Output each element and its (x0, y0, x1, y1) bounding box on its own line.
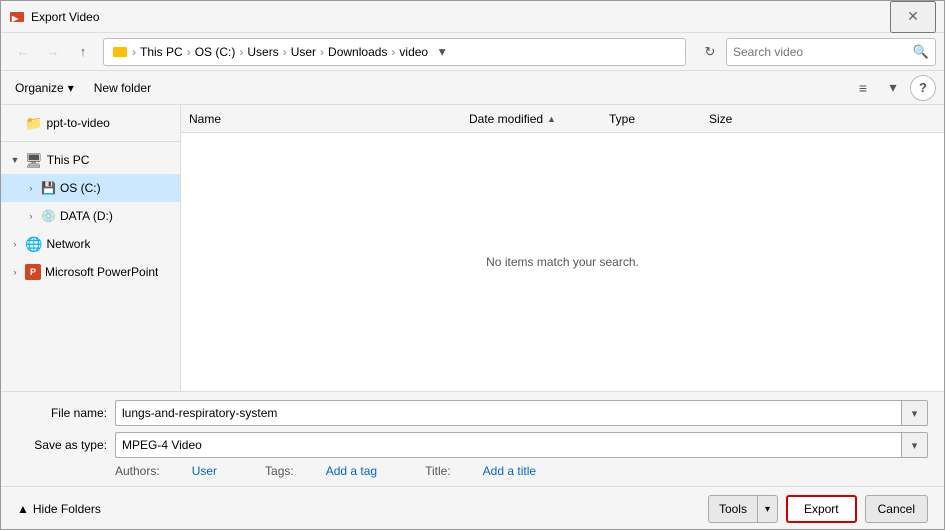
title-bar-title: Export Video (31, 10, 890, 24)
back-button[interactable]: ← (9, 38, 37, 66)
sort-icon: ▲ (547, 114, 556, 124)
sidebar-divider (1, 141, 180, 142)
title-bar-icon: ▶ (9, 9, 25, 25)
sidebar-item-powerpoint[interactable]: › P Microsoft PowerPoint (1, 258, 180, 286)
export-video-dialog: ▶ Export Video ✕ ← → ↑ › This PC › OS (C… (0, 0, 945, 530)
save-as-row: Save as type: ▾ (17, 432, 928, 458)
toolbar-right: ≡ ▾ ? (850, 75, 936, 101)
content-area: 📁 ppt-to-video ▼ 🖥 This PC › 💾 OS (C:) ›… (1, 105, 944, 391)
cancel-button[interactable]: Cancel (865, 495, 928, 523)
powerpoint-icon: P (25, 264, 41, 280)
col-type-header[interactable]: Type (609, 112, 709, 126)
sidebar-item-ppt-to-video[interactable]: 📁 ppt-to-video (1, 109, 180, 137)
drive-icon-d: 💿 (41, 209, 56, 223)
sidebar-label-ppt: Microsoft PowerPoint (45, 265, 158, 279)
search-input[interactable] (733, 45, 909, 59)
folder-icon: 📁 (25, 115, 42, 132)
breadcrumb-downloads[interactable]: Downloads (328, 45, 387, 59)
expand-icon-data: › (25, 210, 37, 222)
save-as-dropdown-button[interactable]: ▾ (901, 433, 927, 457)
col-size-header[interactable]: Size (709, 112, 936, 126)
tools-dropdown-button[interactable]: ▾ (758, 495, 778, 523)
col-date-header[interactable]: Date modified ▲ (469, 112, 609, 126)
file-name-input-wrapper[interactable]: ▾ (115, 400, 928, 426)
tags-value[interactable]: Add a tag (326, 464, 377, 478)
expand-icon-this-pc: ▼ (9, 154, 21, 166)
organize-button[interactable]: Organize ▾ (9, 75, 80, 101)
organize-dropdown-icon: ▾ (68, 81, 74, 95)
breadcrumb-os[interactable]: OS (C:) (195, 45, 236, 59)
expand-icon-os: › (25, 182, 37, 194)
file-name-label: File name: (17, 406, 107, 420)
bottom-form: File name: ▾ Save as type: ▾ Authors: Us… (1, 391, 944, 486)
action-bar: ▲ Hide Folders Tools ▾ Export Cancel (1, 486, 944, 529)
breadcrumb-this-pc[interactable]: This PC (140, 45, 183, 59)
breadcrumb-video[interactable]: video (399, 45, 428, 59)
title-label: Title: (425, 464, 451, 478)
refresh-button[interactable]: ↻ (696, 38, 724, 66)
expand-icon (9, 117, 21, 129)
file-header: Name Date modified ▲ Type Size (181, 105, 944, 133)
breadcrumb-users[interactable]: Users (247, 45, 278, 59)
file-empty-message: No items match your search. (181, 133, 944, 391)
tools-button[interactable]: Tools (708, 495, 758, 523)
up-button[interactable]: ↑ (69, 38, 97, 66)
file-name-input[interactable] (116, 406, 901, 420)
view-dropdown-button[interactable]: ▾ (880, 75, 906, 101)
tags-label: Tags: (265, 464, 294, 478)
save-as-input-wrapper[interactable]: ▾ (115, 432, 928, 458)
toolbar: Organize ▾ New folder ≡ ▾ ? (1, 71, 944, 105)
authors-label: Authors: (115, 464, 160, 478)
hide-folders-icon: ▲ (17, 502, 29, 516)
sidebar-label-data: DATA (D:) (60, 209, 113, 223)
expand-icon-network: › (9, 238, 21, 250)
search-icon: 🔍 (913, 44, 929, 60)
breadcrumb[interactable]: › This PC › OS (C:) › Users › User › Dow… (103, 38, 686, 66)
breadcrumb-dropdown-button[interactable]: ▾ (432, 42, 452, 62)
sidebar: 📁 ppt-to-video ▼ 🖥 This PC › 💾 OS (C:) ›… (1, 105, 181, 391)
col-name-header[interactable]: Name (189, 112, 469, 126)
sidebar-item-this-pc[interactable]: ▼ 🖥 This PC (1, 146, 180, 174)
view-button[interactable]: ≡ (850, 75, 876, 101)
sidebar-item-label: ppt-to-video (46, 116, 109, 130)
tools-area: Tools ▾ (708, 495, 778, 523)
nav-bar: ← → ↑ › This PC › OS (C:) › Users › User… (1, 33, 944, 71)
search-box[interactable]: 🔍 (726, 38, 936, 66)
new-folder-button[interactable]: New folder (88, 75, 157, 101)
expand-icon-ppt: › (9, 266, 21, 278)
svg-text:▶: ▶ (11, 14, 19, 23)
authors-value[interactable]: User (192, 464, 217, 478)
forward-button[interactable]: → (39, 38, 67, 66)
export-button[interactable]: Export (786, 495, 857, 523)
save-as-label: Save as type: (17, 438, 107, 452)
sidebar-item-network[interactable]: › 🌐 Network (1, 230, 180, 258)
breadcrumb-item (112, 44, 128, 60)
breadcrumb-user[interactable]: User (291, 45, 316, 59)
hide-folders-button[interactable]: ▲ Hide Folders (17, 502, 101, 516)
sidebar-label-network: Network (46, 237, 90, 251)
sidebar-label-this-pc: This PC (47, 153, 90, 167)
title-bar: ▶ Export Video ✕ (1, 1, 944, 33)
help-button[interactable]: ? (910, 75, 936, 101)
metadata-row: Authors: User Tags: Add a tag Title: Add… (17, 464, 928, 478)
save-as-input[interactable] (116, 438, 901, 452)
file-name-dropdown-button[interactable]: ▾ (901, 401, 927, 425)
file-name-row: File name: ▾ (17, 400, 928, 426)
title-value[interactable]: Add a title (483, 464, 536, 478)
sidebar-item-os-c[interactable]: › 💾 OS (C:) (1, 174, 180, 202)
sidebar-item-data-d[interactable]: › 💿 DATA (D:) (1, 202, 180, 230)
computer-icon: 🖥 (25, 152, 43, 169)
sidebar-label-os: OS (C:) (60, 181, 101, 195)
drive-icon-c: 💾 (41, 181, 56, 195)
file-area: Name Date modified ▲ Type Size No items … (181, 105, 944, 391)
close-button[interactable]: ✕ (890, 1, 936, 33)
network-icon: 🌐 (25, 236, 42, 253)
